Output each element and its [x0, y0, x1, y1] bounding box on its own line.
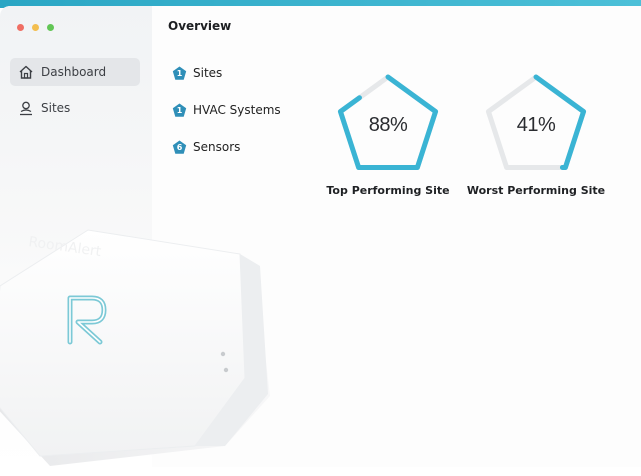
home-icon — [18, 64, 34, 80]
sidebar-item-label: Dashboard — [41, 65, 107, 79]
count-badge: 1 — [172, 66, 187, 81]
app-window: RoomAlert Dashboard Sites Overview 1 Sit… — [0, 6, 641, 467]
stat-label: Sensors — [193, 140, 241, 154]
sidebar-item-dashboard[interactable]: Dashboard — [10, 58, 140, 86]
page-title: Overview — [168, 19, 232, 33]
gauge-value: 88% — [368, 114, 408, 136]
count-badge-value: 6 — [176, 142, 183, 152]
minimize-window-button[interactable] — [32, 24, 39, 31]
count-badge-value: 1 — [176, 68, 183, 78]
sidebar-nav: Dashboard Sites — [0, 58, 148, 130]
count-badge: 1 — [172, 103, 187, 118]
maximize-window-button[interactable] — [47, 24, 54, 31]
gauge-value: 41% — [516, 114, 556, 136]
stat-sensors[interactable]: 6 Sensors — [172, 138, 281, 156]
count-badge-value: 1 — [176, 105, 183, 115]
device-illustration: RoomAlert — [0, 229, 270, 466]
stat-label: HVAC Systems — [193, 103, 281, 117]
user-pin-icon — [18, 100, 34, 116]
close-window-button[interactable] — [17, 24, 24, 31]
sidebar: RoomAlert Dashboard Sites — [0, 6, 270, 467]
stat-sites[interactable]: 1 Sites — [172, 64, 281, 82]
window-controls — [17, 24, 54, 31]
overview-stats: 1 Sites 1 HVAC Systems 6 Sensors — [172, 64, 281, 175]
gauge-label: Worst Performing Site — [466, 184, 606, 197]
gauge-worst-performing-site[interactable]: 41% Worst Performing Site — [467, 64, 605, 197]
gauge-label: Top Performing Site — [326, 184, 450, 197]
sidebar-item-label: Sites — [41, 101, 71, 115]
sidebar-item-sites[interactable]: Sites — [0, 94, 148, 122]
stat-label: Sites — [193, 66, 223, 80]
stat-hvac-systems[interactable]: 1 HVAC Systems — [172, 101, 281, 119]
count-badge: 6 — [172, 140, 187, 155]
gauge-top-performing-site[interactable]: 88% Top Performing Site — [326, 64, 450, 197]
